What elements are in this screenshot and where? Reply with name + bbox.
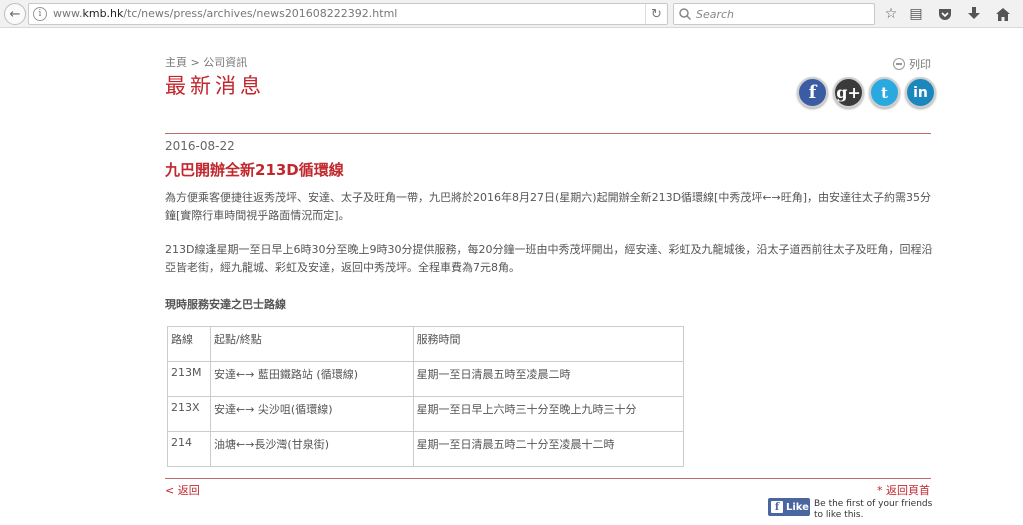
article-paragraph-2: 213D線逢星期一至日早上6時30分至晚上9時30分提供服務，每20分鐘一班由中… xyxy=(165,243,933,274)
search-icon xyxy=(679,8,692,21)
table-row: 213M 安達←→ 藍田鐵路站 (循環線) 星期一至日清晨五時至凌晨二時 xyxy=(167,361,685,397)
article-headline: 九巴開辦全新213D循環線 xyxy=(165,161,344,179)
print-icon xyxy=(893,58,905,70)
bookmark-star-icon[interactable]: ☆ xyxy=(881,4,901,24)
facebook-like-button[interactable]: f Like xyxy=(768,498,810,516)
header-divider xyxy=(165,133,931,134)
back-arrow-icon[interactable]: ← xyxy=(4,3,26,25)
table-cell: 安達←→ 藍田鐵路站 (循環線) xyxy=(209,361,414,397)
table-row: 213X 安達←→ 尖沙咀(循環線) 星期一至日早上六時三十分至晚上九時三十分 xyxy=(167,396,685,432)
page-title: 最新消息 xyxy=(165,74,265,98)
table-cell: 星期一至日清晨五時至凌晨二時 xyxy=(412,361,685,397)
table-header-cell: 路線 xyxy=(167,326,211,362)
download-icon[interactable] xyxy=(964,4,984,24)
search-input[interactable]: Search xyxy=(673,3,875,25)
info-icon[interactable]: i xyxy=(33,7,47,21)
twitter-share-icon[interactable]: t xyxy=(869,77,900,108)
breadcrumb[interactable]: 主頁 > 公司資訊 xyxy=(165,54,247,70)
facebook-share-icon[interactable]: f xyxy=(797,77,828,108)
url-host: kmb.hk xyxy=(82,7,124,20)
pocket-icon[interactable] xyxy=(935,4,955,24)
table-cell: 星期一至日早上六時三十分至晚上九時三十分 xyxy=(412,396,685,432)
routes-table: 路線 起點/終點 服務時間 213M 安達←→ 藍田鐵路站 (循環線) 星期一至… xyxy=(167,326,685,467)
article-paragraph-1: 為方便乘客便捷往返秀茂坪、安達、太子及旺角一帶，九巴將於2016年8月27日(星… xyxy=(165,191,932,222)
facebook-like-text: Be the first of your friends to like thi… xyxy=(814,499,933,520)
table-cell: 213X xyxy=(167,396,211,432)
linkedin-share-icon[interactable]: in xyxy=(905,77,936,108)
facebook-like-label: Like xyxy=(786,501,809,513)
table-cell: 星期一至日清晨五時二十分至凌晨十二時 xyxy=(412,431,685,467)
article-date: 2016-08-22 xyxy=(165,139,235,153)
table-header-cell: 服務時間 xyxy=(412,326,685,362)
address-bar[interactable]: i www.kmb.hk/tc/news/press/archives/news… xyxy=(28,3,668,25)
section-title: 現時服務安達之巴士路線 xyxy=(165,298,286,311)
googleplus-share-icon[interactable]: g+ xyxy=(833,77,864,108)
table-header-row: 路線 起點/終點 服務時間 xyxy=(167,326,685,362)
url-text: www.kmb.hk/tc/news/press/archives/news20… xyxy=(53,7,398,20)
table-cell: 安達←→ 尖沙咀(循環線) xyxy=(209,396,414,432)
footer-divider xyxy=(165,478,931,479)
search-placeholder: Search xyxy=(696,8,735,21)
table-row: 214 油塘←→長沙灣(甘泉街) 星期一至日清晨五時二十分至凌晨十二時 xyxy=(167,431,685,467)
table-cell: 214 xyxy=(167,431,211,467)
reading-list-icon[interactable]: ▤ xyxy=(906,4,926,24)
facebook-icon: f xyxy=(771,501,783,513)
table-cell: 213M xyxy=(167,361,211,397)
browser-toolbar: ← i www.kmb.hk/tc/news/press/archives/ne… xyxy=(0,0,1023,28)
home-icon[interactable] xyxy=(993,4,1013,24)
back-link[interactable]: < 返回 xyxy=(165,482,200,498)
print-button[interactable]: 列印 xyxy=(893,56,931,72)
reload-icon[interactable]: ↻ xyxy=(645,4,667,24)
table-header-cell: 起點/終點 xyxy=(209,326,414,362)
back-to-top-link[interactable]: * 返回頁首 xyxy=(877,482,930,498)
print-label: 列印 xyxy=(909,58,931,71)
table-cell: 油塘←→長沙灣(甘泉街) xyxy=(209,431,414,467)
